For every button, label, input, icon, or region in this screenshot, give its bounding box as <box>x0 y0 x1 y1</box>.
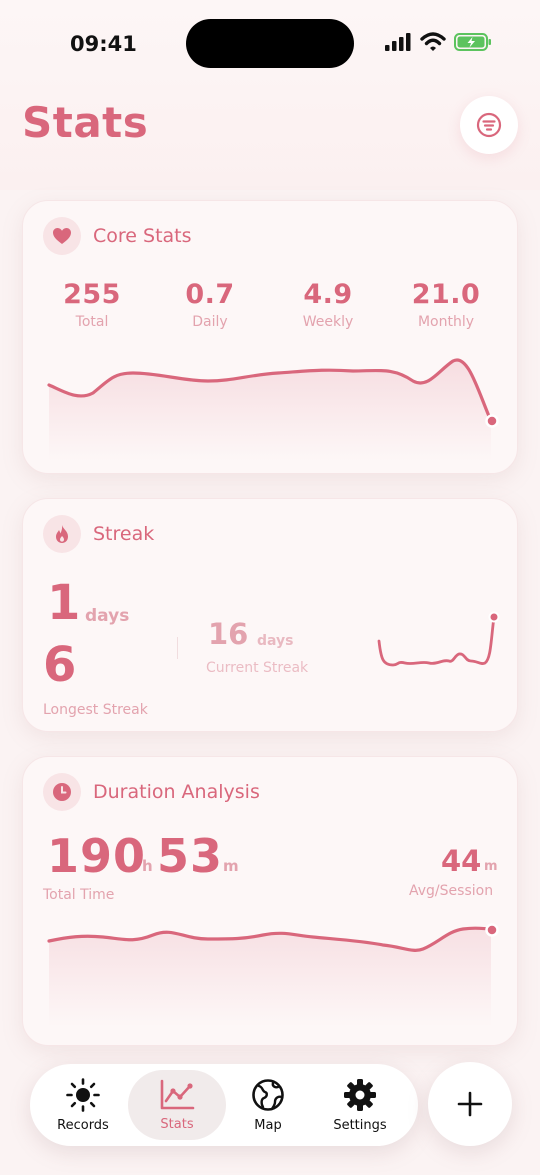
core-stats-header: Core Stats <box>43 217 192 255</box>
current-streak-value: 16 <box>208 617 249 651</box>
core-stats-title: Core Stats <box>93 225 192 247</box>
core-stats-values: 255 Total 0.7 Daily 4.9 Weekly 21.0 Mont… <box>23 279 519 330</box>
longest-streak-value: 6 <box>43 637 77 693</box>
heart-icon <box>43 217 81 255</box>
duration-end-point <box>485 923 499 937</box>
avg-session-label: Avg/Session <box>409 883 494 899</box>
nav-label-stats: Stats <box>160 1116 194 1132</box>
globe-icon <box>252 1078 284 1111</box>
current-streak-label: Current Streak <box>206 660 309 676</box>
wifi-icon <box>420 32 446 51</box>
flame-icon <box>43 515 81 553</box>
current-streak-unit: days <box>257 633 294 649</box>
duration-minutes: 53 <box>157 829 224 883</box>
sun-icon <box>66 1077 100 1112</box>
duration-hours-unit: h <box>142 857 153 875</box>
duration-minutes-unit: m <box>223 857 239 875</box>
streak-card[interactable]: Streak 1 days 6 Longest Streak 16 days C… <box>22 498 518 732</box>
nav-item-map[interactable]: Map <box>219 1070 317 1140</box>
nav-label-records: Records <box>57 1117 109 1133</box>
total-time-label: Total Time <box>43 887 115 903</box>
duration-card[interactable]: Duration Analysis 190 h 53 m Total Time … <box>22 756 518 1046</box>
stat-weekly: 4.9 Weekly <box>269 279 387 330</box>
plus-icon <box>457 1091 483 1117</box>
chart-line-icon <box>160 1079 195 1109</box>
stat-weekly-value: 4.9 <box>303 279 353 310</box>
stat-monthly: 21.0 Monthly <box>387 279 505 330</box>
stat-total-label: Total <box>75 314 109 330</box>
core-stats-end-point <box>485 414 499 428</box>
page-title: Stats <box>22 98 149 147</box>
avg-session-unit: m <box>484 859 498 874</box>
nav-item-records[interactable]: Records <box>34 1070 132 1140</box>
stat-total: 255 Total <box>33 279 151 330</box>
stat-monthly-value: 21.0 <box>411 279 481 310</box>
stat-total-value: 255 <box>63 279 121 310</box>
core-stats-sparkline <box>47 358 499 461</box>
signal-icon <box>385 33 411 51</box>
nav-label-settings: Settings <box>333 1117 387 1133</box>
core-stats-card[interactable]: Core Stats 255 Total 0.7 Daily 4.9 Weekl… <box>22 200 518 474</box>
streak-divider <box>177 637 178 659</box>
filter-icon <box>476 112 502 138</box>
clock-icon <box>43 773 81 811</box>
duration-header: Duration Analysis <box>43 773 260 811</box>
streak-title: Streak <box>93 523 155 545</box>
dynamic-island <box>186 19 354 68</box>
stat-weekly-label: Weekly <box>302 314 354 330</box>
battery-icon <box>454 33 491 51</box>
stat-daily: 0.7 Daily <box>151 279 269 330</box>
duration-sparkline <box>47 923 499 1027</box>
status-icons <box>384 32 492 52</box>
avg-session-value: 44 <box>441 844 482 878</box>
streak-line <box>377 615 496 667</box>
gear-icon <box>344 1078 376 1111</box>
add-button[interactable] <box>428 1062 512 1146</box>
duration-hours: 190 <box>47 829 147 883</box>
streak-days-unit: days <box>85 606 130 626</box>
stat-daily-value: 0.7 <box>185 279 235 310</box>
streak-end-point <box>488 611 500 623</box>
streak-sparkline <box>377 611 500 667</box>
filter-button[interactable] <box>460 96 518 154</box>
nav-label-map: Map <box>254 1117 282 1133</box>
stat-monthly-label: Monthly <box>417 314 475 330</box>
nav-item-stats[interactable]: Stats <box>128 1070 226 1140</box>
nav-item-settings[interactable]: Settings <box>311 1070 409 1140</box>
status-bar: 09:41 <box>0 0 540 90</box>
streak-header: Streak <box>43 515 154 553</box>
longest-streak-label: Longest Streak <box>43 702 148 718</box>
status-time: 09:41 <box>70 32 137 56</box>
streak-days-value: 1 <box>47 575 81 631</box>
duration-title: Duration Analysis <box>93 781 260 803</box>
bottom-nav: Records Stats Map Settings <box>30 1064 418 1146</box>
stat-daily-label: Daily <box>192 314 228 330</box>
